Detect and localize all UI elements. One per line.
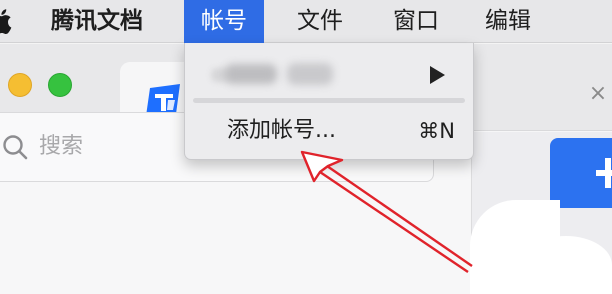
blurred-account-name <box>225 64 277 84</box>
menu-file[interactable]: 文件 <box>280 0 360 43</box>
search-placeholder: 搜索 <box>39 134 84 159</box>
menu-window[interactable]: 窗口 <box>376 0 456 43</box>
submenu-arrow-icon <box>430 66 445 84</box>
blurred-account-name <box>287 63 333 85</box>
decorative-shape <box>520 236 612 294</box>
window-zoom-button[interactable] <box>48 73 72 97</box>
new-document-button[interactable] <box>550 138 612 208</box>
window-minimize-button[interactable] <box>8 73 32 97</box>
add-account-label: 添加帐号... <box>227 118 336 143</box>
plus-icon <box>596 158 612 188</box>
menu-app-name[interactable]: 腾讯文档 <box>34 0 160 43</box>
apple-icon[interactable] <box>0 7 16 35</box>
search-icon <box>3 135 28 160</box>
menu-account[interactable]: 帐号 <box>184 0 264 43</box>
tencent-docs-logo-icon <box>146 84 180 116</box>
tab-close-icon[interactable]: × <box>588 83 608 105</box>
add-account-shortcut: ⌘N <box>418 119 455 143</box>
current-account-item[interactable] <box>185 51 473 95</box>
account-menu-dropdown: 添加帐号... ⌘N <box>184 43 474 160</box>
menu-bar: 腾讯文档 帐号 文件 窗口 编辑 <box>0 0 612 43</box>
add-account-menu-item[interactable]: 添加帐号... ⌘N <box>185 109 473 153</box>
menu-separator <box>193 98 465 103</box>
menu-edit[interactable]: 编辑 <box>468 0 548 43</box>
